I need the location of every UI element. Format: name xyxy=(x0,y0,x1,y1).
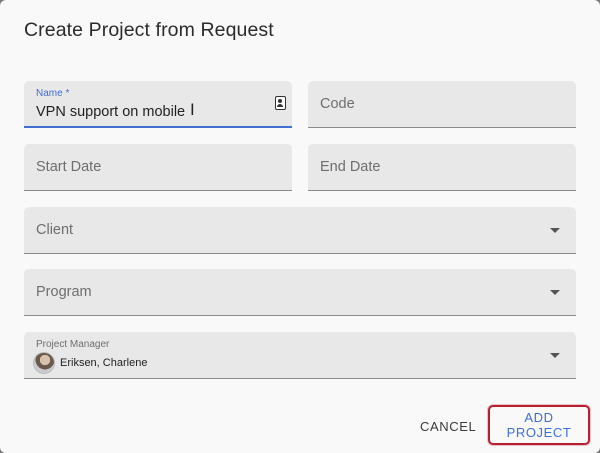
code-placeholder: Code xyxy=(320,96,355,112)
name-field-label: Name * xyxy=(36,88,70,99)
chevron-down-icon[interactable] xyxy=(550,353,560,358)
end-date-field[interactable]: End Date xyxy=(308,144,576,191)
dialog-title: Create Project from Request xyxy=(24,19,274,41)
client-select[interactable]: Client xyxy=(24,207,576,254)
chevron-down-icon[interactable] xyxy=(550,290,560,295)
end-date-placeholder: End Date xyxy=(320,159,381,175)
program-select[interactable]: Program xyxy=(24,269,576,316)
contact-card-icon[interactable] xyxy=(275,96,286,110)
start-date-field[interactable]: Start Date xyxy=(24,144,292,191)
project-manager-value: Eriksen, Charlene xyxy=(60,357,148,369)
code-field[interactable]: Code xyxy=(308,81,576,128)
start-date-placeholder: Start Date xyxy=(36,159,102,175)
cancel-button[interactable]: CANCEL xyxy=(412,415,484,438)
project-manager-label: Project Manager xyxy=(36,339,110,350)
text-cursor-icon: I xyxy=(190,100,195,119)
name-field-value[interactable]: VPN support on mobile xyxy=(36,104,185,120)
avatar xyxy=(33,352,55,374)
name-field[interactable]: Name * VPN support on mobile xyxy=(24,81,292,128)
program-placeholder: Program xyxy=(36,284,92,300)
create-project-dialog: Create Project from Request Name * VPN s… xyxy=(0,0,600,453)
client-placeholder: Client xyxy=(36,222,74,238)
chevron-down-icon[interactable] xyxy=(550,228,560,233)
project-manager-select[interactable]: Project Manager Eriksen, Charlene xyxy=(24,332,576,379)
add-project-button[interactable]: ADD PROJECT xyxy=(488,405,590,445)
